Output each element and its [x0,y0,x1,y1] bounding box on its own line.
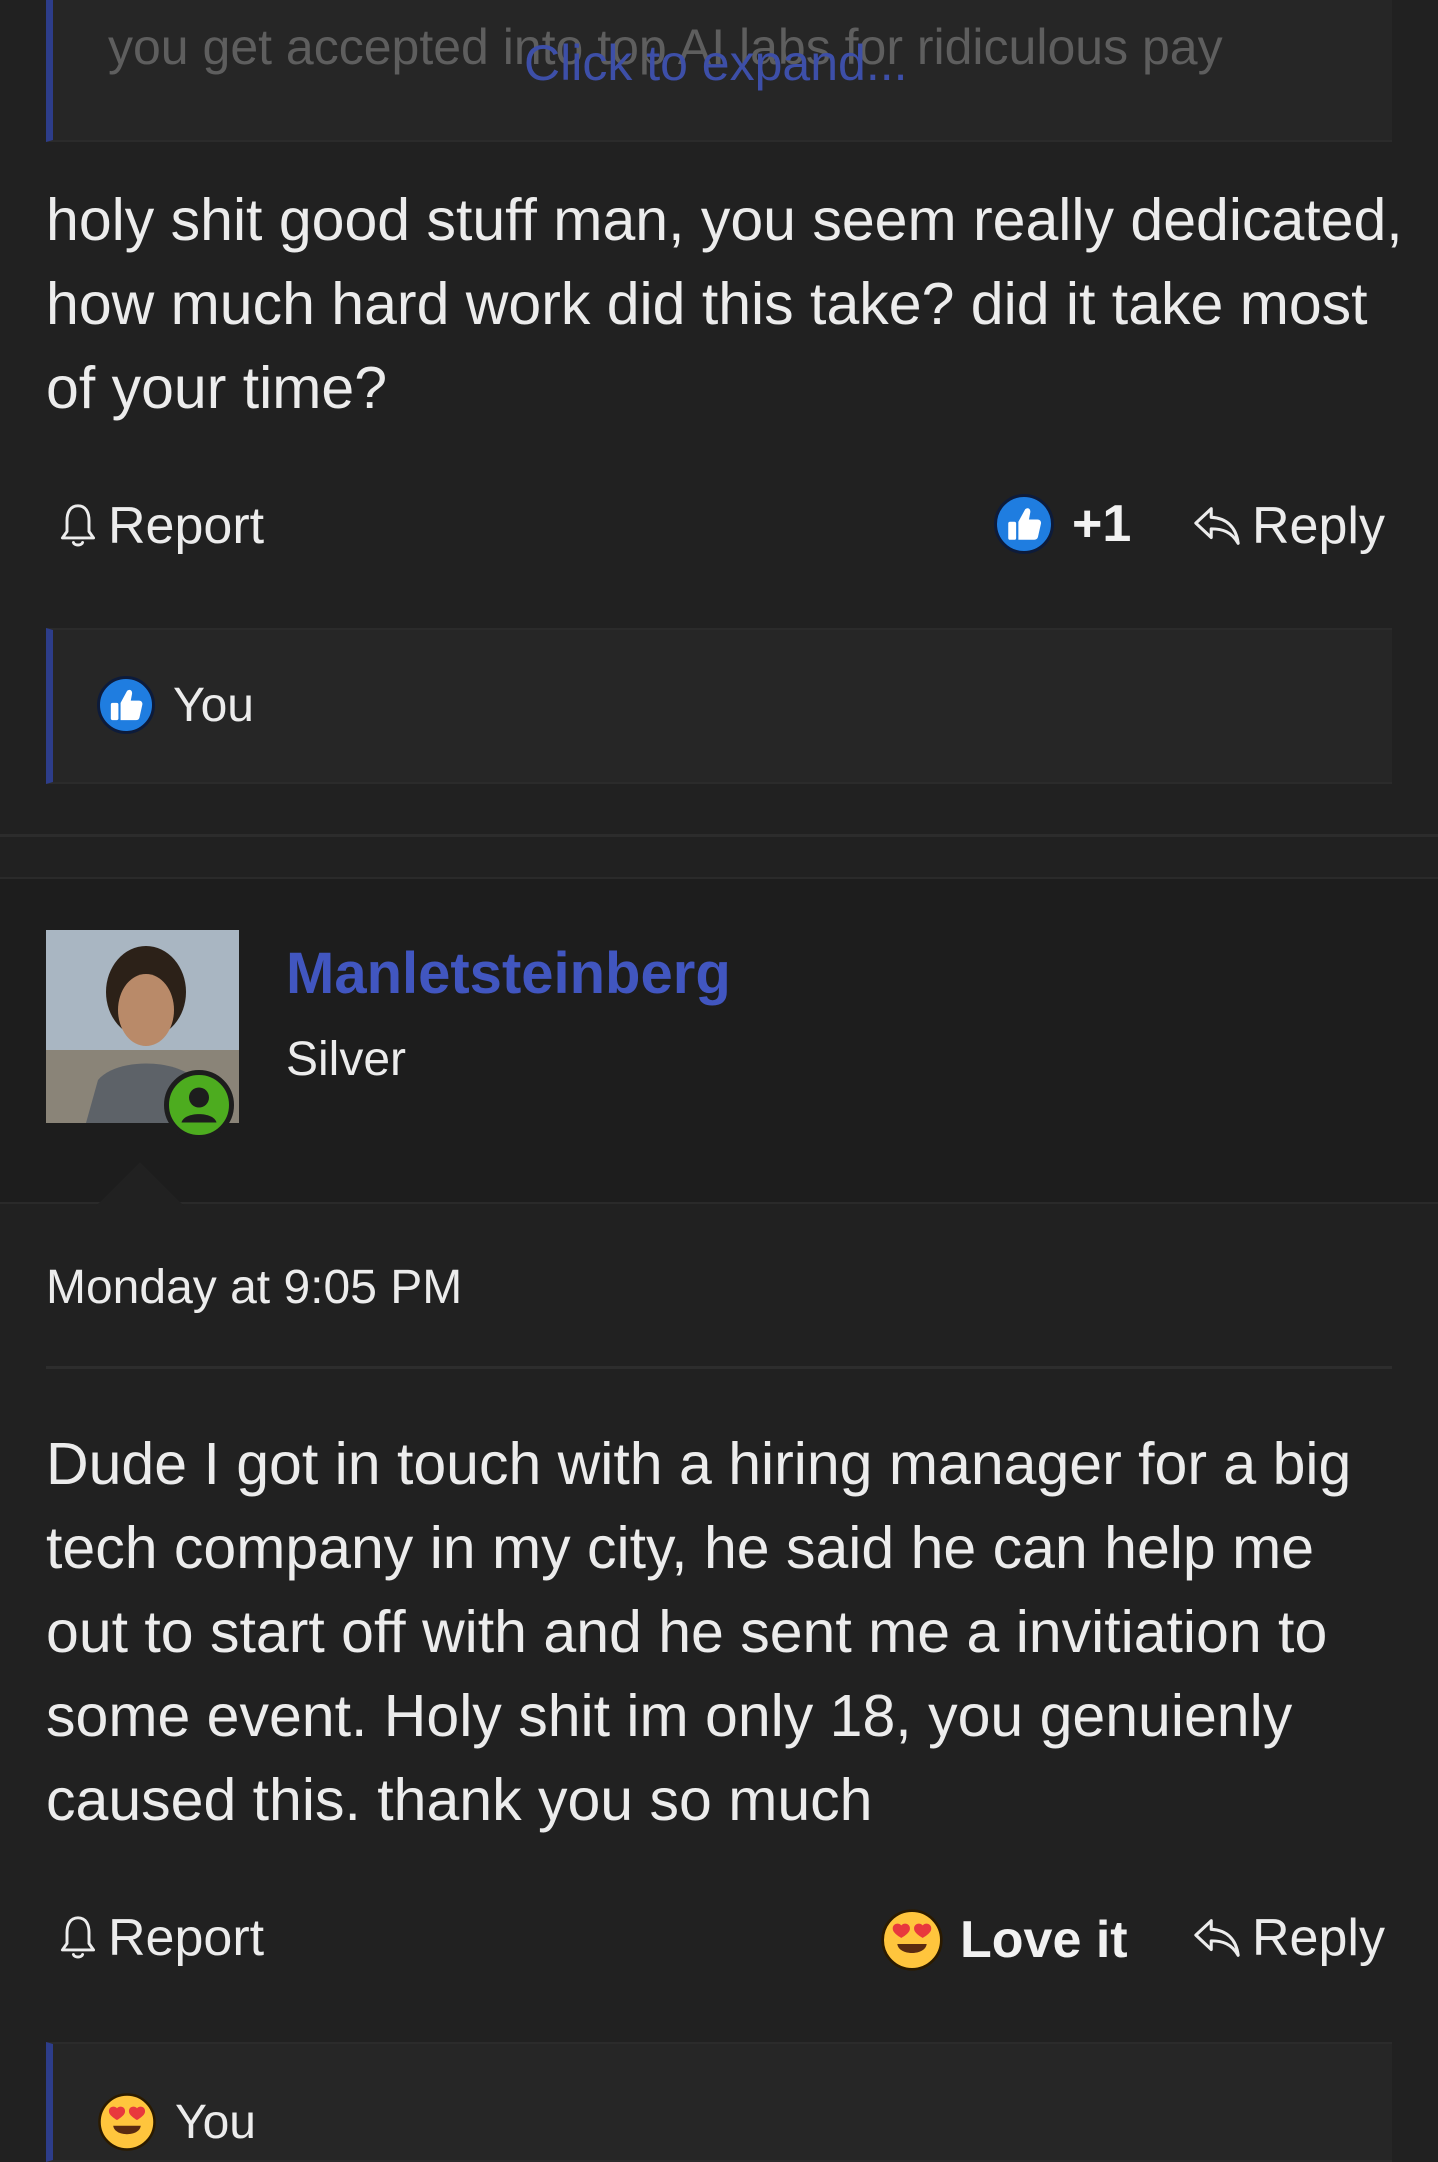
love-it-button[interactable]: Love it [880,1908,1128,1972]
reply-button[interactable]: Reply [1190,496,1385,556]
post-body: holy shit good stuff man, you seem reall… [46,187,1403,421]
heart-eyes-icon [881,1909,943,1971]
love-it-label: Love it [960,1911,1128,1969]
bell-icon [60,1916,96,1959]
reply-arrow-icon [1194,1919,1240,1957]
report-label: Report [108,1909,265,1967]
report-button[interactable]: Report [56,496,264,556]
bell-icon [60,504,96,547]
report-button[interactable]: Report [56,1908,264,1968]
timestamp-divider [46,1366,1392,1369]
reaction-summary[interactable]: +1 [994,494,1131,554]
reactor-name[interactable]: You [173,678,254,733]
reaction-list: You [46,2042,1392,2162]
heart-eyes-icon [98,2093,156,2151]
reply-button[interactable]: Reply [1190,1908,1385,1968]
thumbs-up-icon [97,676,155,734]
author-rank: Silver [286,1033,407,1086]
thumbs-up-icon [994,494,1054,554]
author-name[interactable]: Manletsteinberg [286,940,731,1007]
reply-label: Reply [1252,497,1385,555]
reply-label: Reply [1252,1909,1385,1967]
reaction-list: You [46,628,1392,784]
post-timestamp[interactable]: Monday at 9:05 PM [46,1260,462,1315]
reply-arrow-icon [1194,507,1240,545]
post-divider [0,834,1438,837]
report-label: Report [108,497,265,555]
reaction-count: +1 [1072,495,1132,553]
user-online-icon [164,1070,234,1140]
reactor-name[interactable]: You [175,2095,256,2150]
post-body: Dude I got in touch with a hiring manage… [46,1431,1352,1833]
click-to-expand-link[interactable]: Click to expand... [524,34,908,92]
header-pointer [96,1162,184,1206]
